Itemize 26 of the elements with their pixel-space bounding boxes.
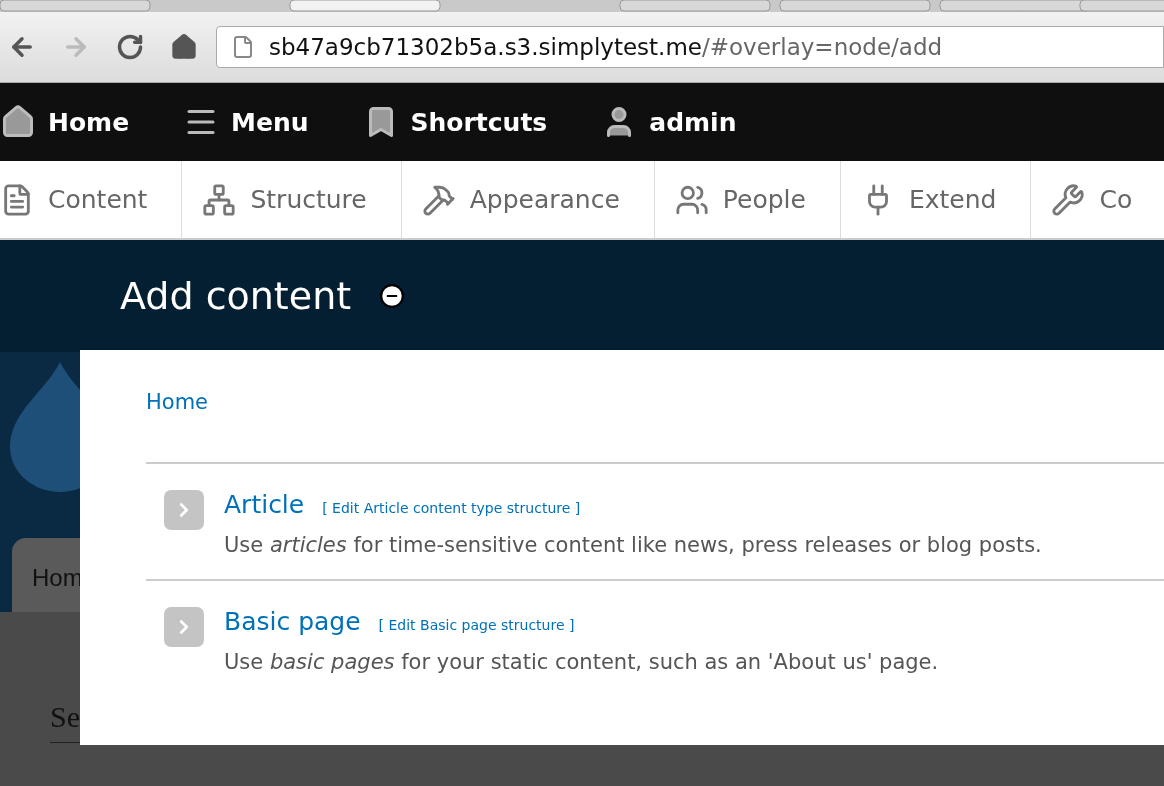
toolbar-item[interactable]: Shortcuts — [362, 104, 548, 140]
page-icon — [231, 35, 255, 59]
toolbar-item[interactable]: admin — [601, 104, 737, 140]
hierarchy-icon — [202, 182, 237, 217]
overlay-title: Add content — [120, 274, 352, 318]
admin-nav-tab[interactable]: Appearance — [401, 161, 655, 238]
admin-nav-tab[interactable]: Co — [1031, 161, 1164, 238]
content-type-link[interactable]: Basic page — [224, 607, 361, 636]
wrench-icon — [1051, 182, 1086, 217]
content-type-description: Use articles for time-sensitive content like news, press releases or blog posts. — [224, 533, 1042, 557]
edit-structure-link[interactable]: [ Edit Article content type structure ] — [322, 500, 581, 516]
admin-nav-tab[interactable]: People — [654, 161, 841, 238]
reload-icon — [116, 33, 144, 61]
address-bar[interactable]: sb47a9cb71302b5a.s3.simplytest.me/#overlay=node/add — [216, 26, 1164, 68]
admin-nav-tab[interactable]: Content — [0, 161, 183, 238]
content-type-link[interactable]: Article — [224, 490, 305, 519]
admin-nav-tab[interactable]: Extend — [840, 161, 1032, 238]
edit-structure-link[interactable]: [ Edit Basic page structure ] — [378, 617, 575, 633]
collapse-icon[interactable] — [379, 283, 406, 309]
breadcrumb-link[interactable]: Home — [146, 390, 208, 414]
toolbar-item[interactable]: Home — [0, 104, 130, 140]
home-icon — [0, 104, 36, 140]
admin-nav-tab[interactable]: Structure — [182, 161, 402, 238]
content-type-description: Use basic pages for your static content, such as an 'About us' page. — [224, 650, 939, 674]
home-icon — [170, 33, 198, 61]
toolbar-item[interactable]: Menu — [183, 104, 309, 140]
